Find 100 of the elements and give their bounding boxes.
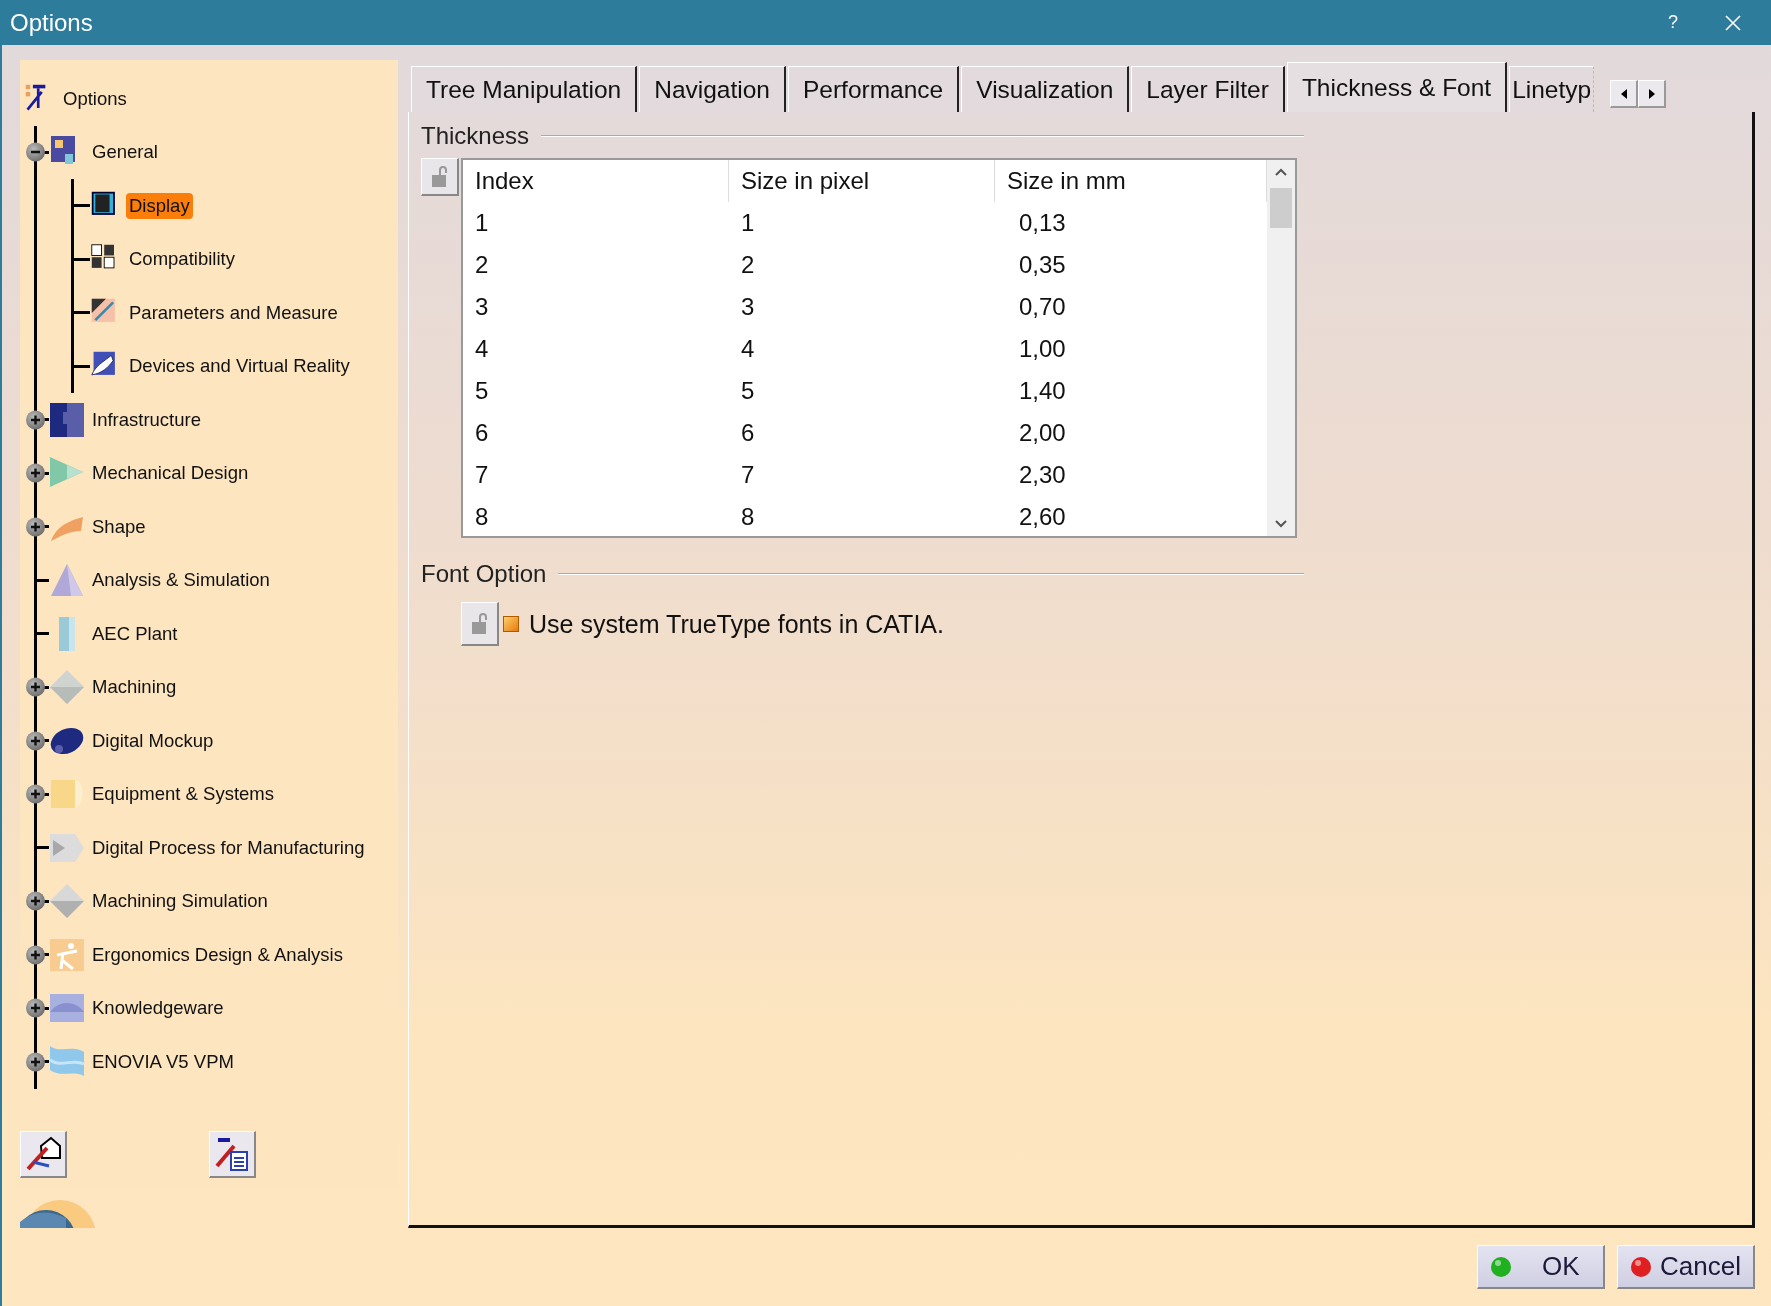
- table-cell-text: 1,40: [1018, 376, 1067, 406]
- scroll-thumb[interactable]: [1270, 188, 1292, 228]
- tab[interactable]: Tree Manipulation: [411, 66, 638, 112]
- tree-item[interactable]: Compatibility: [126, 246, 238, 273]
- table-cell-text: 0,13: [1018, 208, 1067, 238]
- plus-icon: [30, 949, 41, 961]
- cancel-button[interactable]: Cancel: [1617, 1245, 1755, 1289]
- column-header[interactable]: Index: [463, 160, 729, 202]
- expand-toggle[interactable]: [26, 463, 45, 483]
- tree-item[interactable]: Devices and Virtual Reality: [126, 353, 353, 380]
- checkbox-label: Use system TrueType fonts in CATIA.: [529, 609, 944, 639]
- tab[interactable]: Visualization: [961, 66, 1130, 112]
- plus-icon: [30, 895, 41, 907]
- plus-icon: [30, 788, 41, 800]
- table-cell-text: 2,30: [1018, 460, 1067, 490]
- table-cell-text: 2,00: [1018, 418, 1067, 448]
- right-arrow-icon: [1647, 88, 1656, 99]
- checkbox[interactable]: [503, 616, 519, 632]
- plus-icon: [30, 521, 41, 533]
- expand-toggle[interactable]: [26, 1052, 45, 1072]
- tab[interactable]: Thickness & Font: [1286, 62, 1508, 112]
- tab[interactable]: Navigation: [639, 66, 786, 112]
- table-cell-text: 1,00: [1018, 334, 1067, 364]
- tree-item[interactable]: ENOVIA V5 VPM: [89, 1048, 237, 1075]
- status-dot-icon: [1490, 1255, 1513, 1278]
- table-cell-text: 5: [474, 376, 490, 406]
- tree-item[interactable]: Machining: [89, 674, 180, 701]
- tree-item[interactable]: General: [89, 139, 161, 166]
- tree-item[interactable]: Mechanical Design: [89, 460, 252, 487]
- scroll-right-button[interactable]: [1638, 80, 1667, 108]
- scrollbar[interactable]: [1267, 160, 1295, 536]
- tree-item[interactable]: Options: [60, 85, 130, 112]
- table-cell-text: 0,70: [1018, 292, 1067, 322]
- expand-toggle[interactable]: [26, 677, 45, 697]
- expand-toggle[interactable]: [26, 945, 45, 965]
- expand-toggle[interactable]: [26, 517, 45, 537]
- tools-home-icon[interactable]: [20, 1131, 67, 1178]
- tree-node-icon: [49, 401, 85, 438]
- expand-toggle[interactable]: [26, 784, 45, 804]
- tree-item[interactable]: Equipment & Systems: [89, 781, 277, 808]
- plus-icon: [30, 735, 41, 747]
- plus-icon: [30, 414, 41, 426]
- table-cell-text: 0,35: [1018, 250, 1067, 280]
- collapse-toggle[interactable]: [26, 142, 45, 162]
- expand-toggle[interactable]: [26, 731, 45, 751]
- tree-item[interactable]: Parameters and Measure: [126, 299, 341, 326]
- table-cell-text: 8: [740, 502, 756, 532]
- tools-home-drawing: [25, 1136, 61, 1172]
- table-cell-text: 6: [740, 418, 756, 448]
- table-cell-text: 7: [740, 460, 756, 490]
- lock-icon[interactable]: [461, 602, 499, 646]
- table-cell-text: 3: [474, 292, 490, 322]
- tree-item[interactable]: AEC Plant: [89, 620, 181, 647]
- tree-item[interactable]: Machining Simulation: [89, 888, 271, 915]
- table-cell-text: 6: [474, 418, 490, 448]
- help-button[interactable]: ?: [1643, 2, 1703, 43]
- plus-icon: [30, 1002, 41, 1014]
- tree-node-icon: [49, 562, 85, 599]
- tree-item[interactable]: Display: [126, 192, 193, 219]
- table-cell-text: 1: [474, 208, 490, 238]
- tab[interactable]: Layer Filter: [1131, 66, 1285, 112]
- table-cell-text: 2: [740, 250, 756, 280]
- window-title: Options: [10, 8, 94, 37]
- tree-item[interactable]: Digital Process for Manufacturing: [89, 834, 368, 861]
- table-cell-text: 4: [740, 334, 756, 364]
- column-header[interactable]: Size in pixel: [729, 160, 995, 202]
- table-cell-text: 1: [740, 208, 756, 238]
- expand-toggle[interactable]: [26, 998, 45, 1018]
- tree-item[interactable]: Digital Mockup: [89, 727, 217, 754]
- table-cell-text: 2: [474, 250, 490, 280]
- group-title: Font Option: [421, 560, 547, 588]
- ok-button[interactable]: OK: [1477, 1245, 1606, 1289]
- left-arrow-icon: [1619, 88, 1628, 99]
- table-cell-text: 8: [474, 502, 490, 532]
- tree-item[interactable]: Shape: [89, 513, 149, 540]
- tab[interactable]: Linetyp: [1509, 66, 1595, 112]
- tree-item[interactable]: Infrastructure: [89, 406, 204, 433]
- close-icon: [1725, 14, 1741, 31]
- tools-document-drawing: [214, 1136, 250, 1172]
- plus-icon: [30, 467, 41, 479]
- tree-node-icon: [49, 883, 85, 920]
- expand-toggle[interactable]: [26, 410, 45, 430]
- tree-item[interactable]: Knowledgeware: [89, 995, 227, 1022]
- table-cell-text: 4: [474, 334, 490, 364]
- tools-document-icon[interactable]: [209, 1131, 256, 1178]
- tab[interactable]: Performance: [787, 66, 960, 112]
- plus-icon: [30, 681, 41, 693]
- tree-item[interactable]: Analysis & Simulation: [89, 567, 273, 594]
- group-title: Thickness: [421, 122, 530, 150]
- expand-toggle[interactable]: [26, 891, 45, 911]
- status-dot-icon: [1630, 1255, 1653, 1278]
- tree-node-icon: [49, 669, 85, 706]
- table-cell-text: 3: [740, 292, 756, 322]
- tree-node-icon: [49, 936, 85, 973]
- tree-item[interactable]: Ergonomics Design & Analysis: [89, 941, 346, 968]
- table-cell-text: 2,60: [1018, 502, 1067, 532]
- lock-icon[interactable]: [421, 158, 459, 196]
- scroll-left-button[interactable]: [1610, 80, 1639, 108]
- table-cell-text: 5: [740, 376, 756, 406]
- plus-icon: [30, 1056, 41, 1068]
